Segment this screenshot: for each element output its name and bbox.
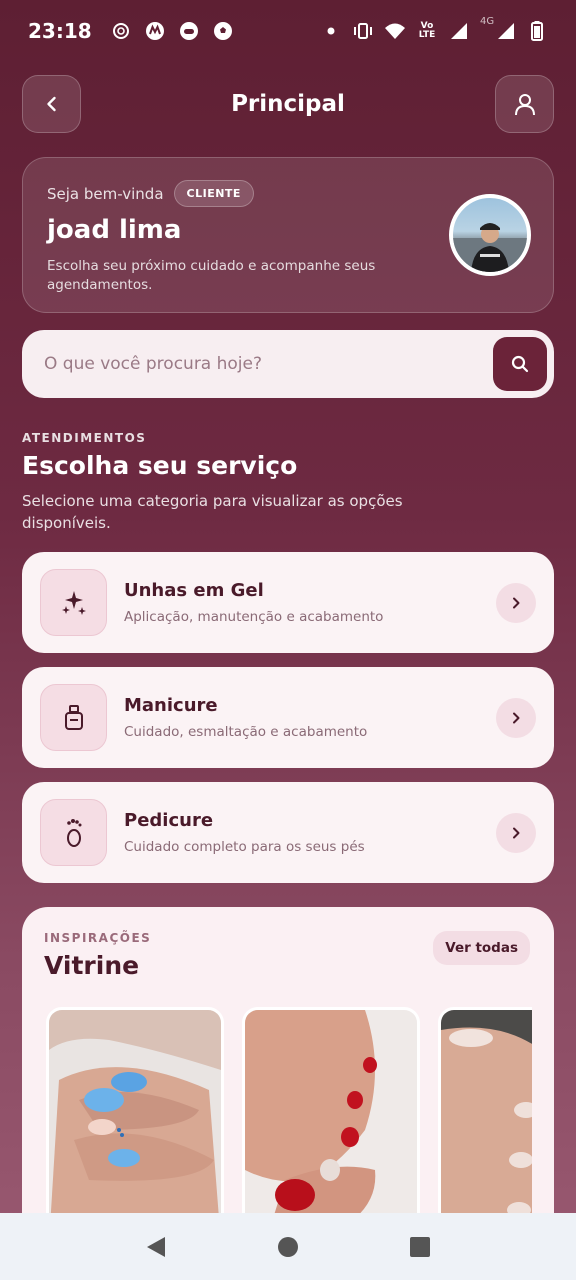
battery-icon <box>526 20 548 42</box>
chevron-right-icon <box>513 827 520 838</box>
profile-button[interactable] <box>495 75 554 133</box>
avatar-photo <box>453 223 527 272</box>
recents-square-icon <box>410 1236 430 1257</box>
service-subtitle: Aplicação, manutenção e acabamento <box>124 609 384 625</box>
top-bar: Principal <box>22 75 554 133</box>
service-card-manicure[interactable]: Manicure Cuidado, esmaltação e acabament… <box>22 667 554 768</box>
service-name: Manicure <box>124 695 218 716</box>
motorola-icon <box>144 20 166 42</box>
open-service-button[interactable] <box>496 697 536 738</box>
nav-recents-button[interactable] <box>400 1227 440 1267</box>
status-bar: 23:18 Vo LTE 4G <box>0 0 576 62</box>
vitrine-card: INSPIRAÇÕES Vitrine Ver todas <box>22 907 554 1247</box>
back-button[interactable] <box>22 75 81 133</box>
search-placeholder: O que você procura hoje? <box>44 354 263 374</box>
volte-label: Vo LTE <box>418 21 436 40</box>
search-icon <box>511 355 529 373</box>
network-label: 4G <box>480 16 495 27</box>
vibrate-icon <box>352 20 374 42</box>
service-text: Pedicure Cuidado completo para os seus p… <box>124 810 496 855</box>
back-triangle-icon <box>147 1236 165 1257</box>
service-subtitle: Cuidado completo para os seus pés <box>124 839 365 855</box>
search-button[interactable] <box>493 337 547 391</box>
services-description: Selecione uma categoria para visualizar … <box>22 492 403 532</box>
nude-nails-photo[interactable] <box>438 1007 532 1247</box>
signal-4g-icon: 4G <box>480 16 516 42</box>
client-badge: CLIENTE <box>173 180 254 207</box>
nail-polish-icon <box>40 684 107 751</box>
services-title: Escolha seu serviço <box>22 451 298 480</box>
welcome-description: Escolha seu próximo cuidado e acompanhe … <box>47 258 376 293</box>
nav-back-button[interactable] <box>136 1227 176 1267</box>
red-pedicure-photo[interactable] <box>242 1007 420 1247</box>
avatar[interactable] <box>449 194 531 276</box>
foot-icon <box>40 799 107 866</box>
service-name: Unhas em Gel <box>124 580 264 601</box>
sparkles-icon <box>40 569 107 636</box>
system-nav-bar <box>0 1213 576 1280</box>
service-subtitle: Cuidado, esmaltação e acabamento <box>124 724 368 740</box>
dot-icon <box>320 20 342 42</box>
openai-icon <box>110 20 132 42</box>
page-title: Principal <box>231 91 345 117</box>
status-right: Vo LTE 4G <box>320 16 548 42</box>
status-time: 23:18 <box>28 19 92 43</box>
service-card-unhas-em-gel[interactable]: Unhas em Gel Aplicação, manutenção e aca… <box>22 552 554 653</box>
service-text: Unhas em Gel Aplicação, manutenção e aca… <box>124 580 496 625</box>
service-name: Pedicure <box>124 810 214 831</box>
services-eyebrow: ATENDIMENTOS <box>22 431 147 445</box>
status-left: 23:18 <box>28 19 234 43</box>
home-circle-icon <box>278 1236 298 1257</box>
search-input[interactable]: O que você procura hoje? <box>22 330 554 398</box>
chevron-right-icon <box>513 597 520 608</box>
blue-gel-nails-photo[interactable] <box>46 1007 224 1247</box>
welcome-greeting: Seja bem-vinda <box>47 184 164 203</box>
see-all-button[interactable]: Ver todas <box>433 931 530 965</box>
chevron-right-icon <box>513 712 520 723</box>
signal-icon <box>448 20 470 42</box>
wifi-icon <box>384 20 406 42</box>
vitrine-gallery[interactable] <box>46 1007 532 1247</box>
service-text: Manicure Cuidado, esmaltação e acabament… <box>124 695 496 740</box>
soccer-icon <box>212 20 234 42</box>
open-service-button[interactable] <box>496 582 536 623</box>
game-icon <box>178 20 200 42</box>
user-icon <box>514 94 535 116</box>
welcome-row: Seja bem-vinda CLIENTE <box>47 180 529 207</box>
volte-icon: Vo LTE <box>416 20 438 42</box>
nav-home-button[interactable] <box>268 1227 308 1267</box>
open-service-button[interactable] <box>496 812 536 853</box>
chevron-left-icon <box>46 96 56 112</box>
service-card-pedicure[interactable]: Pedicure Cuidado completo para os seus p… <box>22 782 554 883</box>
welcome-card: Seja bem-vinda CLIENTE joad lima Escolha… <box>22 157 554 313</box>
